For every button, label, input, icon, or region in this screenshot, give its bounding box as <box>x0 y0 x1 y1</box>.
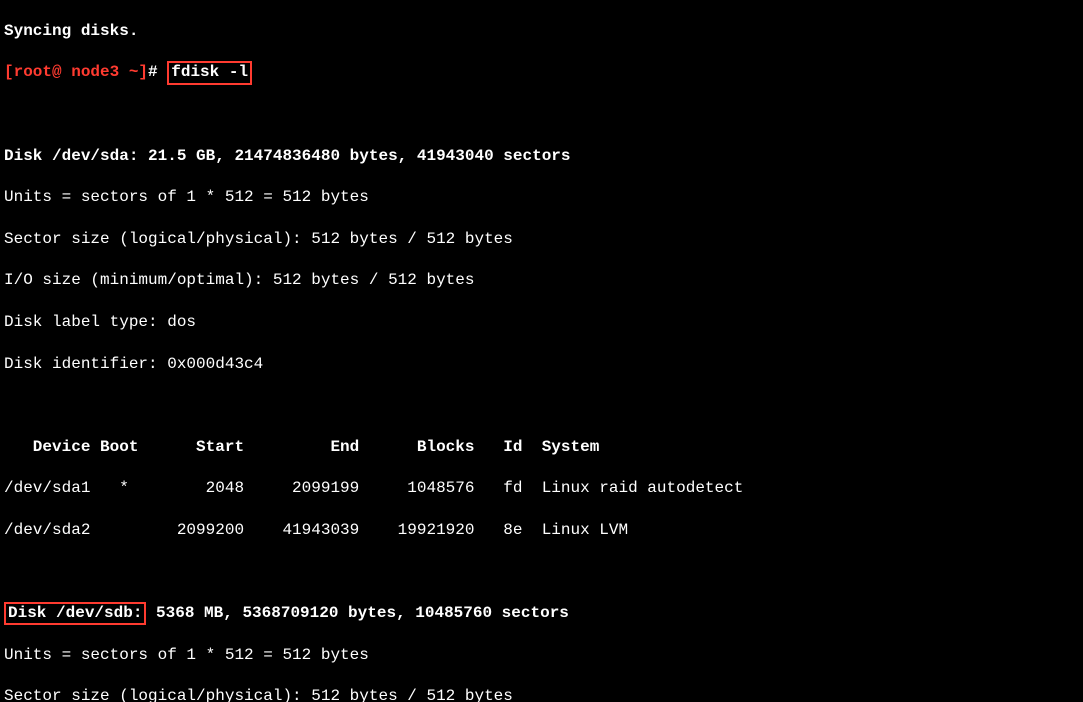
sda-io: I/O size (minimum/optimal): 512 bytes / … <box>4 270 1079 291</box>
sdb-disk-line: Disk /dev/sdb: 5368 MB, 5368709120 bytes… <box>4 603 1079 624</box>
command-text[interactable]: fdisk -l <box>171 63 248 81</box>
sda-disk-line: Disk /dev/sda: 21.5 GB, 21474836480 byte… <box>4 146 1079 167</box>
sdb-disk-rest: 5368 MB, 5368709120 bytes, 10485760 sect… <box>146 604 568 622</box>
blank-line <box>4 104 1079 125</box>
sda-labeltype: Disk label type: dos <box>4 312 1079 333</box>
sda-identifier: Disk identifier: 0x000d43c4 <box>4 354 1079 375</box>
highlight-sdb: Disk /dev/sdb: <box>4 602 146 625</box>
sda-part-header: Device Boot Start End Blocks Id System <box>4 437 1079 458</box>
sda-units: Units = sectors of 1 * 512 = 512 bytes <box>4 187 1079 208</box>
sda-part-row-1: /dev/sda1 * 2048 2099199 1048576 fd Linu… <box>4 478 1079 499</box>
sda-sector: Sector size (logical/physical): 512 byte… <box>4 229 1079 250</box>
sda-part-row-2: /dev/sda2 2099200 41943039 19921920 8e L… <box>4 520 1079 541</box>
terminal-output: Syncing disks. [root@ node3 ~]# fdisk -l… <box>0 0 1083 702</box>
sdb-sector: Sector size (logical/physical): 512 byte… <box>4 686 1079 702</box>
sdb-units: Units = sectors of 1 * 512 = 512 bytes <box>4 645 1079 666</box>
prompt-hash: # <box>148 63 158 81</box>
prompt-user-host: [root@ node3 ~] <box>4 63 148 81</box>
sync-line: Syncing disks. <box>4 21 1079 42</box>
blank-line <box>4 562 1079 583</box>
prompt-line[interactable]: [root@ node3 ~]# fdisk -l <box>4 62 1079 83</box>
highlight-command: fdisk -l <box>167 61 252 84</box>
blank-line <box>4 395 1079 416</box>
